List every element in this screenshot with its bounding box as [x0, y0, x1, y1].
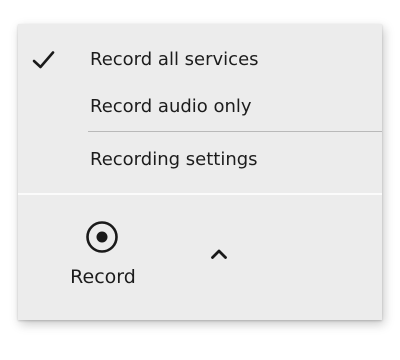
menu-divider — [88, 131, 382, 132]
menu-item-recording-settings[interactable]: Recording settings — [18, 138, 382, 182]
record-button[interactable]: Record — [56, 210, 156, 306]
menu-item-label: Record all services — [90, 49, 259, 70]
chevron-up-icon — [211, 249, 227, 259]
menu-item-label: Recording settings — [90, 149, 258, 170]
checkmark-icon — [32, 50, 56, 70]
menu-item-record-audio-only[interactable]: Record audio only — [18, 85, 382, 129]
menu-item-label: Record audio only — [90, 96, 252, 117]
section-divider — [18, 193, 382, 195]
record-icon — [85, 220, 119, 254]
collapse-menu-button[interactable] — [204, 242, 234, 268]
record-menu-popup: Record all services Record audio only Re… — [18, 24, 382, 320]
record-label: Record — [70, 266, 136, 288]
menu-item-record-all-services[interactable]: Record all services — [18, 38, 382, 82]
